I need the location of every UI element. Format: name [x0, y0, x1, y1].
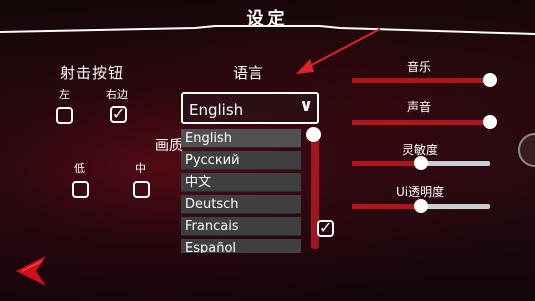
- sound-slider[interactable]: [352, 115, 497, 129]
- sound-label: 声音: [407, 100, 432, 114]
- annotation-arrow-icon: [296, 28, 381, 74]
- header: 设定: [0, 0, 535, 36]
- sound-slider-thumb[interactable]: [483, 115, 497, 129]
- sound-slider-fill: [352, 120, 490, 125]
- sensitivity-slider-thumb[interactable]: [414, 156, 428, 170]
- language-option-chinese[interactable]: 中文: [181, 173, 301, 192]
- fire-right-label: 右边: [106, 88, 128, 101]
- ui-opacity-slider[interactable]: [352, 199, 490, 213]
- fire-left-label: 左: [59, 88, 70, 101]
- ui-opacity-slider-fill: [352, 204, 421, 209]
- language-label: 语言: [233, 64, 264, 82]
- fire-right-checkbox[interactable]: ✓: [110, 104, 127, 123]
- quality-mid-label: 中: [135, 162, 146, 175]
- quality-label: 画质: [155, 138, 183, 154]
- music-slider-thumb[interactable]: [483, 73, 497, 87]
- back-arrow-icon[interactable]: [12, 252, 52, 290]
- ui-opacity-slider-thumb[interactable]: [414, 199, 428, 213]
- language-selected-value: English: [189, 101, 244, 119]
- chevron-down-icon: ∨: [299, 96, 313, 116]
- extra-checkbox[interactable]: ✓: [317, 218, 334, 237]
- language-option-russian[interactable]: Русский: [181, 151, 301, 170]
- fire-buttons-label: 射击按钮: [60, 64, 125, 82]
- music-label: 音乐: [407, 60, 432, 74]
- language-list-scroll-thumb[interactable]: [306, 127, 321, 142]
- music-slider[interactable]: [352, 73, 497, 87]
- music-slider-fill: [352, 78, 490, 83]
- language-option-spanish[interactable]: Español: [181, 239, 301, 253]
- language-option-french[interactable]: Francais: [181, 217, 301, 236]
- language-dropdown[interactable]: English ∨: [181, 92, 319, 124]
- sensitivity-slider-fill: [352, 161, 421, 166]
- ui-opacity-label: Ui透明度: [396, 185, 445, 199]
- fire-left-checkbox[interactable]: [56, 107, 73, 124]
- language-option-german[interactable]: Deutsch: [181, 195, 301, 214]
- language-option-list[interactable]: English Русский 中文 Deutsch Francais Espa…: [181, 127, 304, 253]
- checkmark-icon: ✓: [319, 218, 333, 237]
- quality-mid-checkbox[interactable]: [133, 181, 150, 198]
- sensitivity-slider[interactable]: [352, 156, 490, 170]
- header-divider: [0, 25, 535, 35]
- quality-low-checkbox[interactable]: [72, 181, 89, 198]
- quality-low-label: 低: [74, 162, 85, 175]
- language-option-english[interactable]: English: [181, 129, 301, 148]
- checkmark-icon: ✓: [112, 104, 126, 123]
